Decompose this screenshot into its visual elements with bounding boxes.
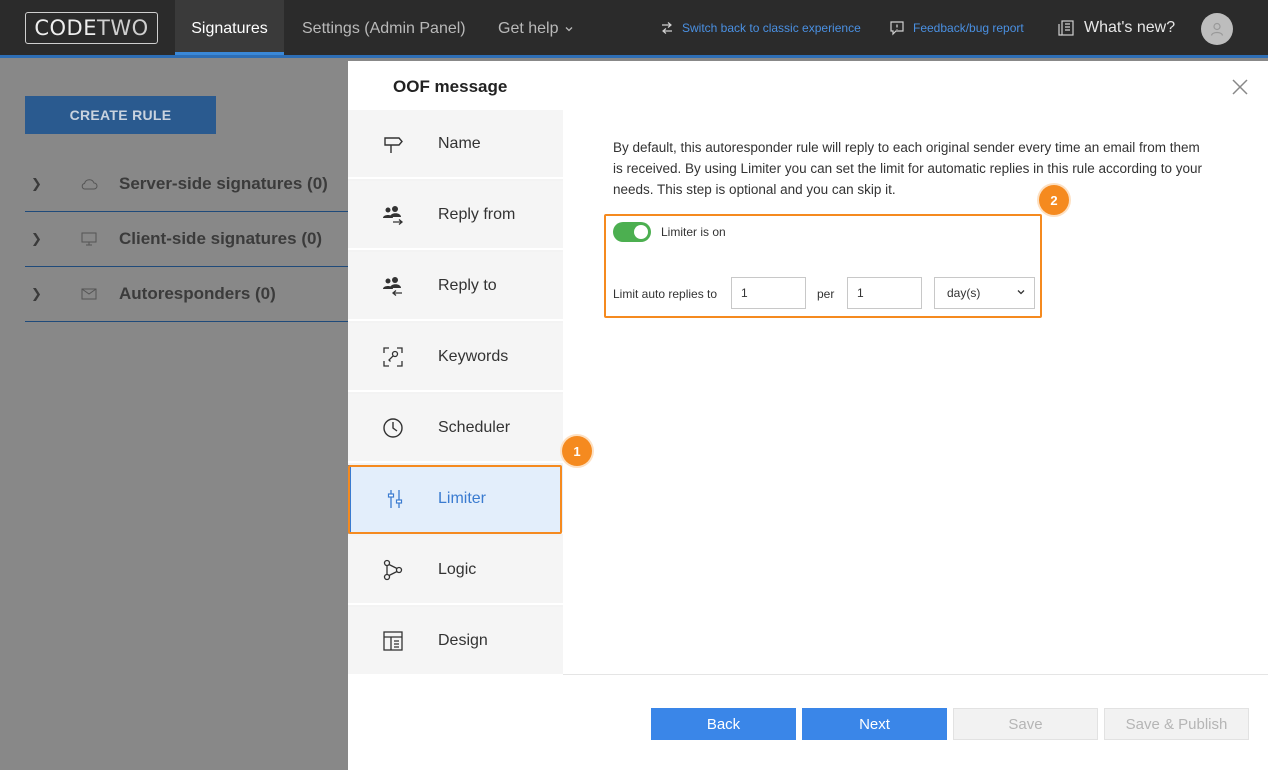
tree-item-server-side[interactable]: ❯ Server-side signatures (0) — [25, 157, 348, 212]
per-count-input[interactable] — [847, 277, 922, 309]
per-label: per — [817, 287, 835, 301]
step-label: Limiter — [438, 489, 487, 507]
step-logic[interactable]: Logic — [348, 536, 563, 605]
period-unit-select[interactable]: day(s) — [934, 277, 1035, 309]
steps-sidebar: Name Reply from Reply to Keywords Schedu… — [348, 110, 563, 676]
users-arrow-icon — [383, 276, 402, 296]
user-icon — [1210, 22, 1224, 36]
close-icon[interactable] — [1230, 77, 1250, 97]
save-publish-button[interactable]: Save & Publish — [1104, 708, 1249, 740]
next-button[interactable]: Next — [802, 708, 947, 740]
limit-count-input[interactable] — [731, 277, 806, 309]
step-label: Keywords — [438, 347, 509, 365]
avatar[interactable] — [1201, 13, 1233, 45]
cloud-icon — [81, 179, 98, 190]
signpost-icon — [384, 136, 403, 153]
nav-signatures[interactable]: Signatures — [175, 0, 284, 55]
clock-icon — [383, 417, 403, 438]
period-unit-value: day(s) — [947, 286, 981, 300]
step-design[interactable]: Design — [348, 607, 563, 676]
key-scan-icon — [383, 346, 403, 367]
chevron-right-icon: ❯ — [31, 286, 42, 301]
step-name[interactable]: Name — [348, 110, 563, 179]
sliders-icon — [387, 489, 402, 508]
limit-auto-replies-label: Limit auto replies to — [613, 287, 718, 301]
callout-badge-2: 2 — [1039, 185, 1069, 215]
step-label: Scheduler — [438, 418, 511, 436]
step-label: Reply to — [438, 276, 497, 294]
codetwo-logo[interactable]: CODE TWO — [25, 12, 158, 44]
whats-new-label: What's new? — [1084, 18, 1176, 36]
nodes-icon — [383, 559, 403, 580]
step-scheduler[interactable]: Scheduler — [348, 394, 563, 463]
step-reply-to[interactable]: Reply to — [348, 252, 563, 321]
feedback-link[interactable]: Feedback/bug report — [889, 0, 1024, 55]
step-label: Logic — [438, 560, 477, 578]
feedback-label: Feedback/bug report — [913, 20, 1024, 35]
modal-title: OOF message — [393, 77, 508, 96]
step-label: Name — [438, 134, 481, 152]
tree-item-client-side[interactable]: ❯ Client-side signatures (0) — [25, 212, 348, 267]
tree-item-autoresponders[interactable]: ❯ Autoresponders (0) — [25, 267, 348, 322]
tree-item-label: Autoresponders (0) — [119, 284, 276, 303]
layout-icon — [383, 630, 403, 651]
step-label: Reply from — [438, 205, 516, 223]
chevron-right-icon: ❯ — [31, 176, 42, 191]
step-label: Design — [438, 631, 488, 649]
logo-text-code: CODE — [34, 16, 97, 40]
step-keywords[interactable]: Keywords — [348, 323, 563, 392]
step-reply-from[interactable]: Reply from — [348, 181, 563, 250]
tree-item-label: Client-side signatures (0) — [119, 229, 323, 248]
step-limiter[interactable]: Limiter — [348, 465, 563, 534]
logo-text-two: TWO — [97, 16, 149, 40]
switch-classic-link[interactable]: Switch back to classic experience — [660, 0, 861, 55]
switch-classic-label: Switch back to classic experience — [682, 20, 861, 35]
save-button[interactable]: Save — [953, 708, 1098, 740]
switch-arrows-icon — [662, 21, 672, 34]
nav-get-help-label: Get help — [498, 20, 559, 37]
callout-badge-1: 1 — [562, 436, 592, 466]
top-bar: CODE TWO Signatures Settings (Admin Panel… — [0, 0, 1268, 58]
limiter-toggle[interactable] — [613, 222, 651, 242]
whats-new-link[interactable]: What's new? — [1058, 0, 1175, 55]
mail-reply-icon — [81, 288, 97, 300]
users-arrow-icon — [383, 205, 404, 225]
limiter-toggle-label: Limiter is on — [661, 225, 726, 239]
limiter-description: By default, this autoresponder rule will… — [613, 140, 1203, 197]
rule-editor-modal: OOF message Name Reply from Reply to Key… — [348, 61, 1268, 770]
feedback-icon — [890, 20, 904, 35]
nav-settings[interactable]: Settings (Admin Panel) — [302, 0, 466, 55]
chevron-right-icon: ❯ — [31, 231, 42, 246]
footer-divider — [563, 674, 1268, 675]
monitor-icon — [81, 232, 97, 246]
create-rule-button[interactable]: CREATE RULE — [25, 96, 216, 134]
back-button[interactable]: Back — [651, 708, 796, 740]
news-icon — [1058, 19, 1074, 36]
chevron-down-icon — [1017, 290, 1025, 295]
nav-get-help[interactable]: Get help — [498, 0, 574, 58]
tree-item-label: Server-side signatures (0) — [119, 174, 328, 193]
chevron-down-icon — [566, 27, 573, 32]
